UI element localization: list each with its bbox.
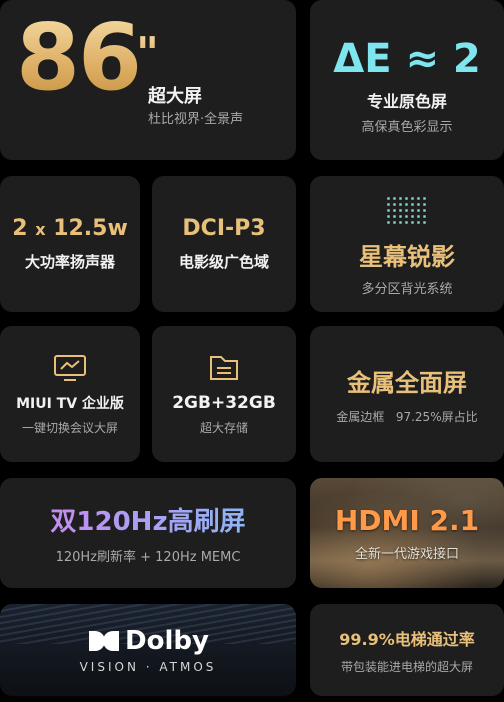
speaker-title: 大功率扬声器 — [24, 253, 115, 271]
dolby-subline: VISION · ATMOS — [79, 660, 217, 674]
elevator-subtitle: 带包装能进电梯的超大屏 — [340, 659, 473, 674]
color-title: 专业原色屏 — [366, 91, 447, 111]
gamut-card: DCI-P3 电影级广色域 — [152, 176, 296, 312]
dimming-subtitle: 多分区背光系统 — [361, 282, 453, 297]
speaker-count: 2 — [12, 216, 28, 241]
dolby-card: Dolby VISION · ATMOS — [0, 604, 296, 696]
metal-frame-card: 金属全面屏 金属边框 97.25%屏占比 — [310, 326, 504, 462]
speaker-card: 2 x 12.5w 大功率扬声器 — [0, 176, 140, 312]
gamut-value: DCI-P3 — [182, 216, 266, 241]
dimming-card: 星幕锐影 多分区背光系统 — [310, 176, 504, 312]
size-card: 86 " 超大屏 杜比视界·全景声 — [0, 0, 296, 160]
storage-title: 2GB+32GB — [172, 392, 276, 413]
refresh-card: 双120Hz高刷屏 120Hz刷新率 + 120Hz MEMC — [0, 478, 296, 588]
miui-subtitle: 一键切换会议大屏 — [21, 420, 118, 435]
miui-card: MIUI TV 企业版 一键切换会议大屏 — [0, 326, 140, 462]
refresh-subtitle: 120Hz刷新率 + 120Hz MEMC — [55, 550, 241, 565]
folder-icon — [210, 355, 238, 380]
color-accuracy-card: ΔE ≈ 2 专业原色屏 高保真色彩显示 — [310, 0, 504, 160]
miui-title: MIUI TV 企业版 — [16, 395, 124, 412]
hdmi-card: HDMI 2.1 全新一代游戏接口 — [310, 478, 504, 588]
dolby-logo: Dolby — [87, 626, 209, 656]
size-subtitle: 杜比视界·全景声 — [148, 112, 244, 127]
hdmi-subtitle: 全新一代游戏接口 — [354, 547, 459, 562]
metal-subtitle: 金属边框 97.25%屏占比 — [336, 410, 478, 424]
storage-subtitle: 超大存储 — [199, 420, 248, 435]
elevator-title: 99.9%电梯通过率 — [339, 629, 475, 649]
color-subtitle: 高保真色彩显示 — [361, 119, 453, 135]
metal-title: 金属全面屏 — [347, 369, 467, 397]
gamut-title: 电影级广色域 — [178, 253, 269, 271]
size-title: 超大屏 — [148, 86, 202, 107]
speaker-times: x — [35, 220, 46, 239]
storage-card: 2GB+32GB 超大存储 — [152, 326, 296, 462]
speaker-watt: 12.5w — [53, 216, 128, 241]
feature-grid: 86 " 超大屏 杜比视界·全景声 ΔE ≈ 2 专业原色屏 高保真色彩显示 2… — [0, 0, 504, 702]
size-unit: " — [136, 28, 159, 79]
chart-monitor-icon — [54, 354, 86, 381]
hdmi-title: HDMI 2.1 — [334, 504, 480, 537]
refresh-title: 双120Hz高刷屏 — [50, 501, 245, 538]
dimming-title: 星幕锐影 — [359, 243, 455, 271]
backlight-zones-icon — [387, 197, 426, 224]
dolby-double-d-icon — [89, 631, 120, 651]
elevator-card: 99.9%电梯通过率 带包装能进电梯的超大屏 — [310, 604, 504, 696]
speaker-power: 2 x 12.5w — [12, 216, 128, 241]
size-value: 86 — [16, 4, 142, 111]
dolby-brand: Dolby — [125, 626, 209, 656]
delta-e-value: ΔE ≈ 2 — [333, 35, 481, 82]
